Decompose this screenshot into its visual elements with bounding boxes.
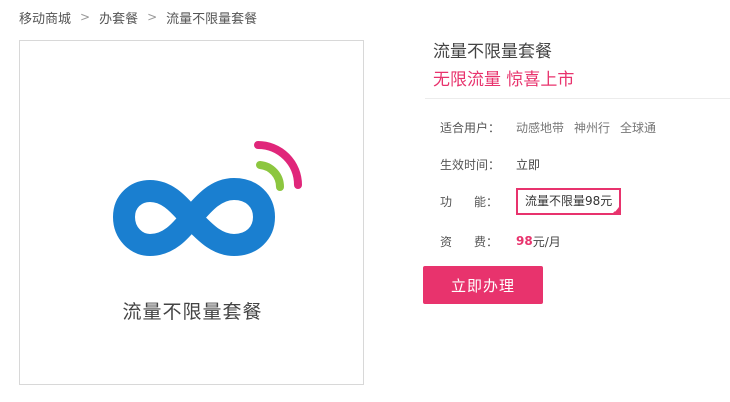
fee-label-char: 资 (440, 234, 453, 249)
fee-amount: 98 (516, 234, 533, 248)
user-tag-shenzhouxing[interactable]: 神州行 (574, 119, 610, 136)
function-label: 功 能： (440, 193, 516, 210)
fee-label-char: 费： (473, 234, 498, 249)
product-info: 流量不限量套餐 无限流量 惊喜上市 (433, 40, 730, 92)
fee-unit: 元/月 (532, 234, 561, 249)
breadcrumb-current: 流量不限量套餐 (166, 11, 258, 27)
users-label: 适合用户： (440, 120, 501, 135)
product-title: 流量不限量套餐 (433, 42, 552, 62)
effective-value: 立即 (516, 157, 541, 172)
effective-row: 生效时间： 立即 (440, 154, 540, 174)
function-label-char: 能： (473, 194, 498, 209)
check-icon: ✔ (613, 205, 620, 214)
image-caption: 流量不限量套餐 (122, 301, 263, 323)
fee-label: 资 费： (440, 233, 516, 250)
function-row: 功 能： 流量不限量98元 ✔ (440, 187, 622, 215)
product-slogan: 无限流量 惊喜上市 (433, 70, 575, 90)
breadcrumb-separator: > (147, 10, 158, 24)
product-image: 流量不限量套餐 (19, 40, 364, 385)
users-row: 适合用户： 动感地带 神州行 全球通 (440, 117, 666, 137)
apply-now-button[interactable]: 立即办理 (423, 266, 543, 304)
function-option-label: 流量不限量98元 (525, 193, 613, 208)
user-tag-mzone[interactable]: 动感地带 (516, 119, 564, 136)
effective-label: 生效时间： (440, 157, 501, 172)
divider (425, 98, 730, 99)
user-tag-gotone[interactable]: 全球通 (620, 119, 656, 136)
fee-row: 资 费： 98 元/月 (440, 231, 561, 251)
product-page: 移动商城 > 办套餐 > 流量不限量套餐 流量不限量套餐 流量不限量套餐 无限流… (0, 0, 730, 402)
breadcrumb-separator: > (80, 10, 91, 24)
breadcrumb: 移动商城 > 办套餐 > 流量不限量套餐 (19, 8, 258, 27)
function-option-selected[interactable]: 流量不限量98元 ✔ (516, 187, 622, 215)
breadcrumb-packages[interactable]: 办套餐 (99, 8, 138, 27)
function-label-char: 功 (440, 194, 453, 209)
infinity-signal-logo-icon (113, 141, 302, 256)
breadcrumb-home[interactable]: 移动商城 (19, 8, 71, 27)
